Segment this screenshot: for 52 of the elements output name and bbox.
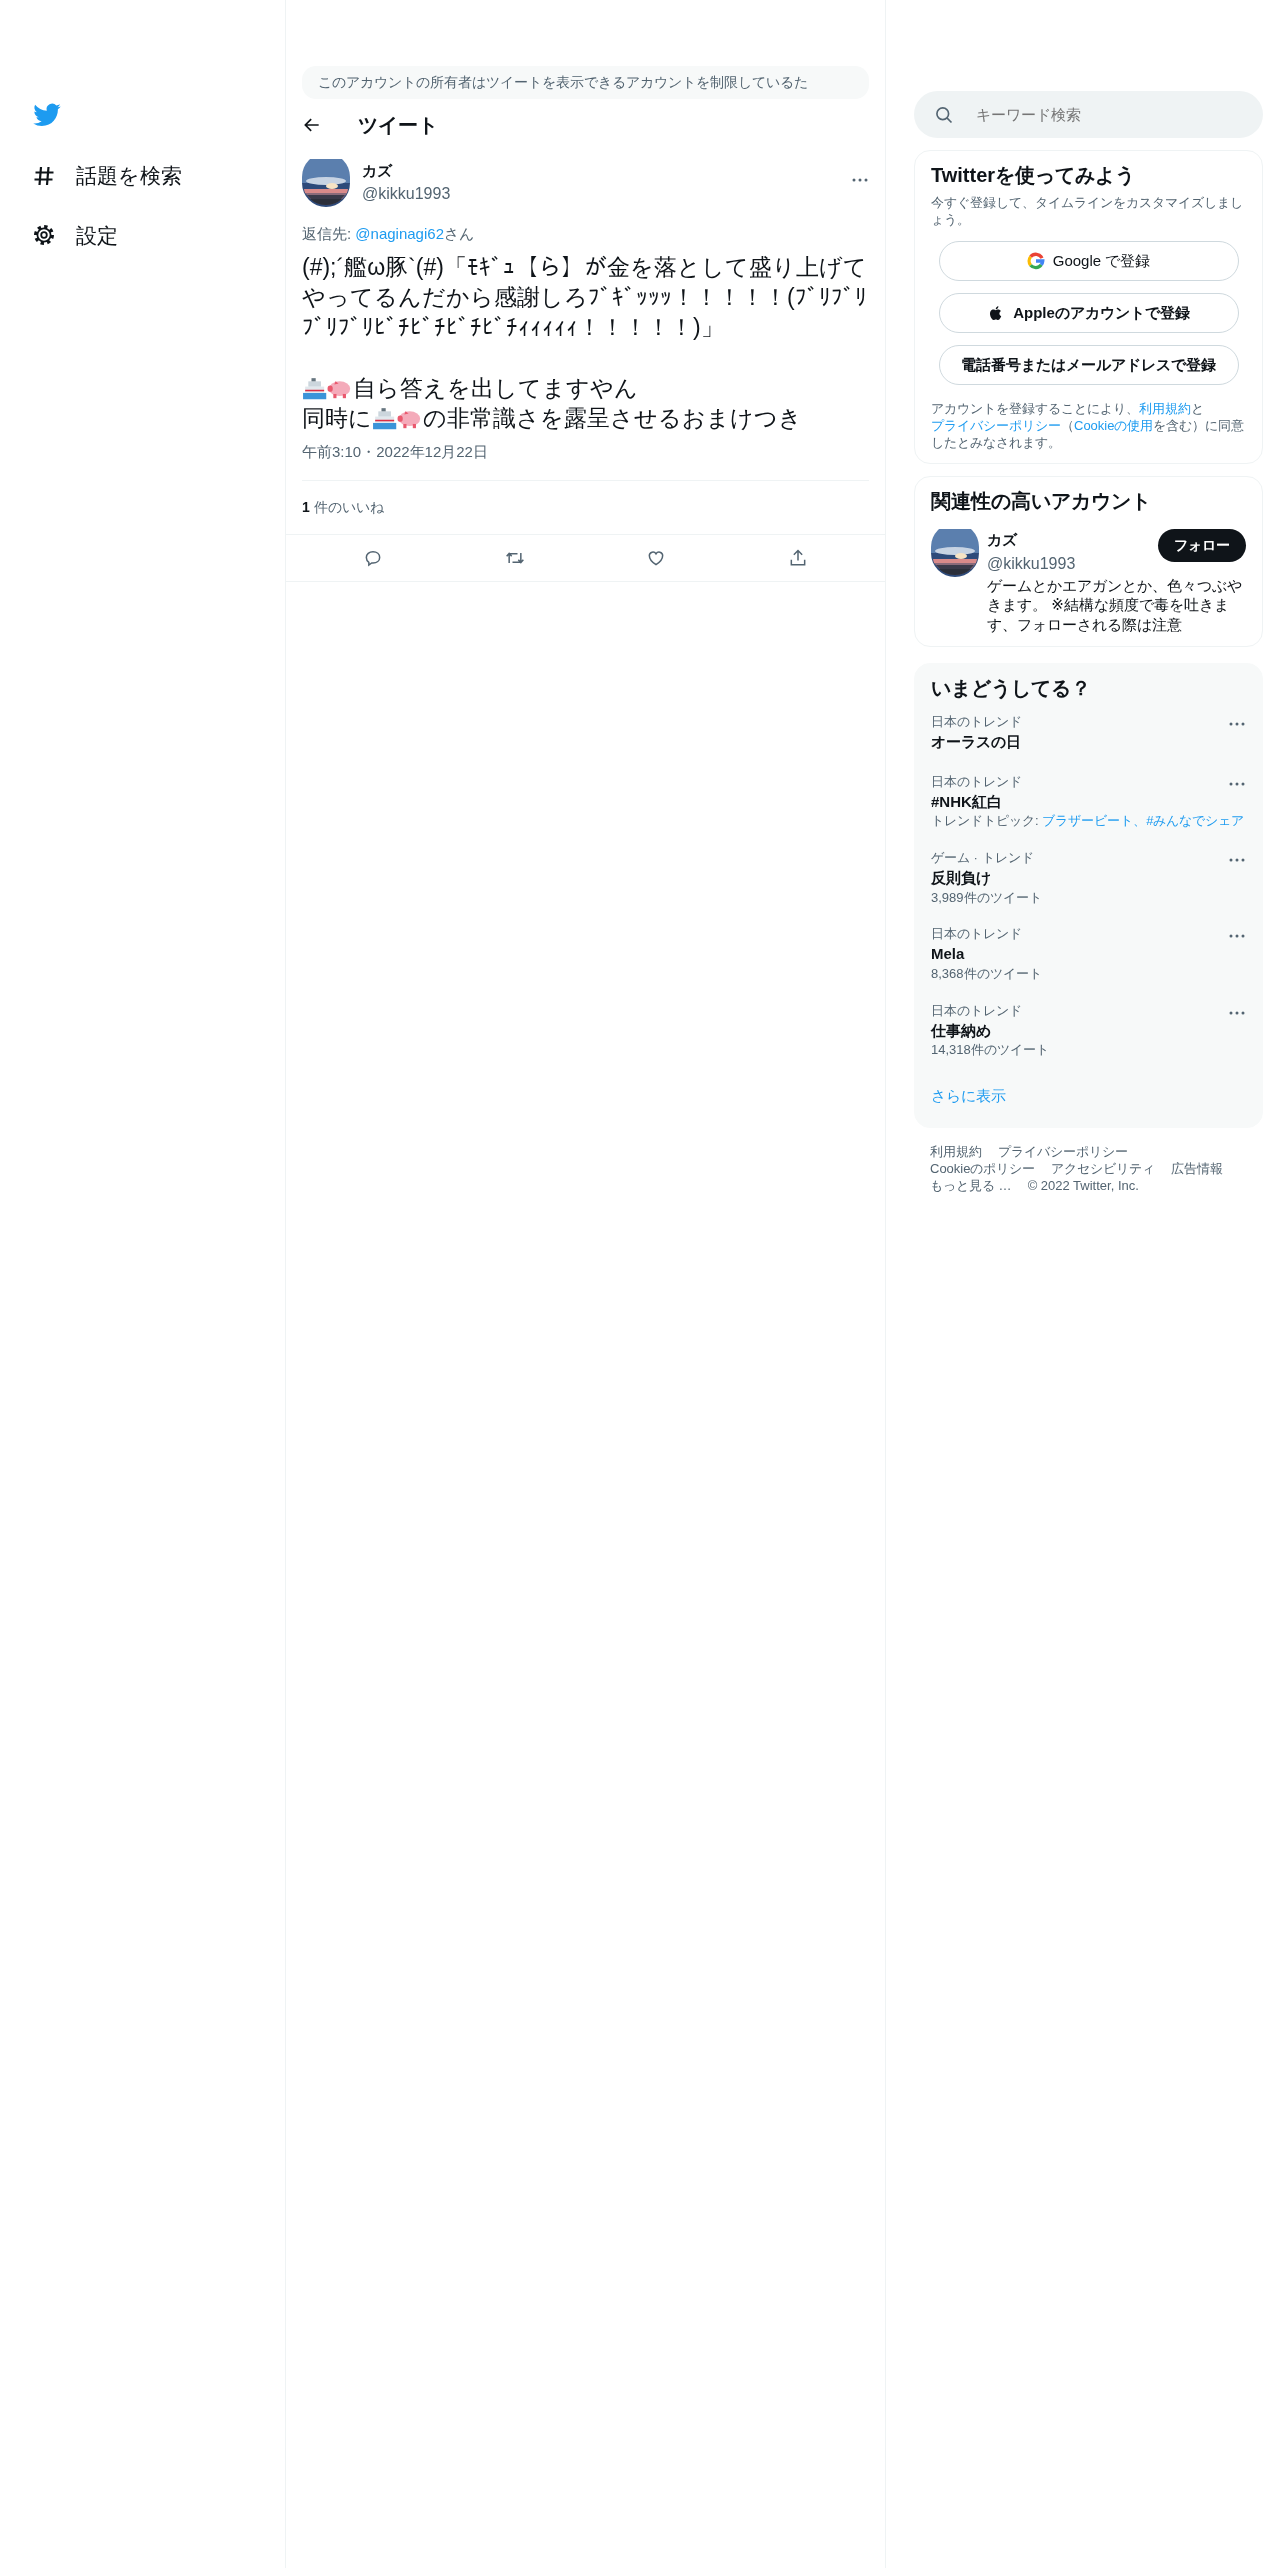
tweet-text: 同時に [302, 403, 372, 433]
footer-link[interactable]: プライバシーポリシー [998, 1144, 1128, 1162]
tweet-timestamp: 午前3:10・2022年12月22日 [302, 442, 489, 463]
footer-link[interactable]: Cookieのポリシー [930, 1161, 1036, 1179]
ship-icon [302, 375, 328, 401]
likes-count[interactable]: 1 件のいいね [302, 479, 869, 534]
notice-banner: このアカウントの所有者はツイートを表示できるアカウントを制限しているた [302, 66, 869, 99]
trend-detail: 14,318件のツイート [931, 1042, 1049, 1059]
account-name[interactable]: カズ [987, 529, 1076, 552]
sidebar-item[interactable]: 話題を検索 [32, 146, 285, 206]
search-icon [934, 105, 954, 125]
trend-context: ゲーム · トレンド [931, 850, 1034, 867]
account-bio: ゲームとかエアガンとか、色々つぶやきます。 ※結構な頻度で毒を吐きます、フォローされる際は注意 [987, 575, 1243, 635]
author-handle[interactable]: @kikku1993 [362, 182, 843, 207]
settings-icon [32, 223, 56, 248]
trend-context: 日本のトレンド [931, 773, 1022, 791]
footer-link[interactable]: もっと見る … [930, 1178, 1012, 1196]
trend-title[interactable]: #NHK紅白 [931, 790, 1002, 814]
card-subtitle: 今すぐ登録して、タイムラインをカスタマイズしましょう。 [930, 195, 1244, 229]
card-title: いまどうしてる？ [930, 676, 1092, 701]
search-field[interactable]: キーワード検索 [914, 91, 1263, 138]
trend-context: 日本のトレンド [931, 926, 1022, 944]
signup-button[interactable]: Google で登録 [938, 240, 1239, 281]
card-title: 関連性の高いアカウント [930, 489, 1152, 514]
legal-text: アカウントを登録することにより、利用規約 と プライバシーポリシー（Cookieの使用を含む）に同意したとみなされます。 [930, 400, 1246, 452]
tweet-text: の非常識さを露呈させるおまけつき [422, 403, 802, 433]
trend-context: 日本のトレンド [931, 714, 1022, 732]
tweet-text: 自ら答えを出してますやん [352, 373, 638, 403]
sidebar-item[interactable]: 設定 [32, 205, 285, 265]
trend-context: 日本のトレンド [931, 1002, 1022, 1020]
page-title: ツイート [358, 113, 438, 138]
trend-title[interactable]: 仕事納め [931, 1019, 991, 1043]
footer-link[interactable]: © 2022 Twitter, Inc. [1027, 1178, 1139, 1196]
trend-detail: 8,368件のツイート [931, 965, 1042, 983]
trend-detail: トレンドトピック: ブラザービート、#みんなでシェア [931, 813, 1245, 831]
trend-detail: 3,989件のツイート [931, 889, 1042, 907]
reply-to-text: 返信先: @naginagi62さん [302, 224, 475, 244]
footer-link[interactable]: アクセシビリティ [1051, 1161, 1156, 1179]
ship-icon [372, 405, 398, 431]
follow-button[interactable]: フォロー [1158, 529, 1246, 563]
card-title: Twitterを使ってみよう [930, 163, 1137, 187]
account-handle[interactable]: @kikku1993 [987, 551, 1076, 576]
trend-title[interactable]: Mela [931, 943, 965, 966]
author-name[interactable]: カズ [362, 159, 843, 183]
signup-button[interactable]: Appleのアカウントで登録 [938, 292, 1239, 333]
signup-button[interactable]: 電話番号またはメールアドレスで登録 [938, 344, 1239, 385]
footer-link[interactable]: 広告情報 [1171, 1161, 1224, 1179]
trend-title[interactable]: オーラスの日 [931, 731, 1021, 754]
footer-link[interactable]: 利用規約 [930, 1144, 982, 1162]
google-g-icon [1026, 251, 1045, 270]
tweet-text: (#);´艦ω豚`(#)「ﾓｷﾞｭ【ら】が金を落として盛り上げてやってるんだから感謝しろﾌﾞｷﾞｯｯｯ！！！！！(ﾌﾞﾘﾌﾞﾘﾌﾞﾘﾌﾞﾘﾋﾞﾁﾋﾞﾁﾋﾞﾁﾋﾞﾁｨｨｨｨｨ！！！！！)」 [302, 252, 868, 343]
trend-title[interactable]: 反則負け [931, 867, 991, 890]
